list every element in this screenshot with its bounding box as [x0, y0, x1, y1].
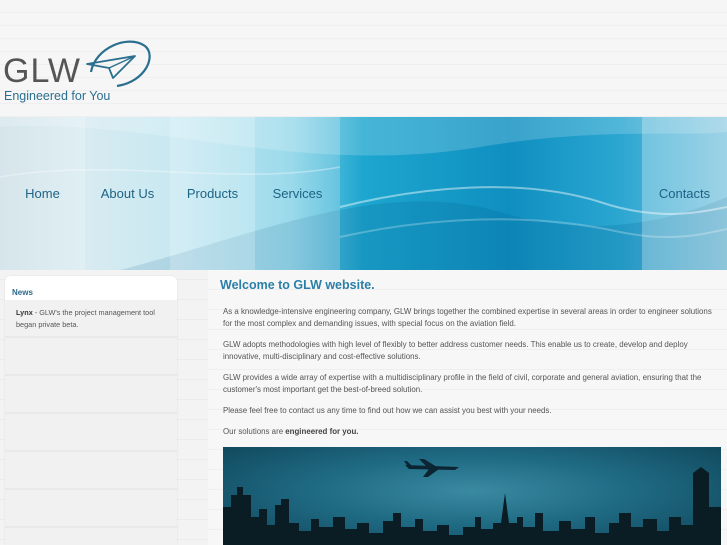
methodology-paragraph: GLW adopts methodologies with high level…: [223, 340, 688, 361]
news-item-title[interactable]: Lynx: [16, 308, 33, 317]
nav-home[interactable]: Home: [0, 117, 85, 270]
sidebar-background: [5, 300, 177, 545]
hero-image-city-skyline: [223, 447, 721, 545]
skyline-illustration: [223, 459, 721, 545]
contact-paragraph: Please feel free to contact us any time …: [223, 406, 552, 415]
main-nav: Home About Us Products Services Contacts: [0, 117, 727, 270]
logo-text: GLW: [3, 52, 81, 90]
logo[interactable]: GLW Engineered for You: [3, 38, 153, 108]
header: GLW Engineered for You: [0, 0, 727, 117]
tagline: Engineered for You: [4, 89, 111, 103]
news-item-text: - GLW's the project management tool bega…: [16, 308, 155, 329]
solutions-bold: engineered for you.: [285, 427, 359, 436]
news-title: News: [12, 288, 33, 297]
news-sidebar: News Lynx - GLW's the project management…: [5, 276, 177, 545]
airplane-icon: [404, 459, 459, 477]
paper-plane-icon: [86, 40, 151, 88]
nav-products[interactable]: Products: [170, 117, 255, 270]
page-title: Welcome to GLW website.: [220, 278, 375, 292]
solutions-prefix: Our solutions are: [223, 427, 286, 436]
nav-about-us[interactable]: About Us: [85, 117, 170, 270]
nav-contacts[interactable]: Contacts: [642, 117, 727, 270]
main-content: Welcome to GLW website. As a knowledge-i…: [208, 270, 727, 545]
solutions-paragraph: Our solutions are engineered for you.: [223, 426, 720, 438]
expertise-paragraph: GLW provides a wide array of expertise w…: [223, 373, 702, 394]
nav-services[interactable]: Services: [255, 117, 340, 270]
intro-paragraph: As a knowledge-intensive engineering com…: [223, 307, 712, 328]
news-item[interactable]: Lynx - GLW's the project management tool…: [16, 307, 172, 331]
